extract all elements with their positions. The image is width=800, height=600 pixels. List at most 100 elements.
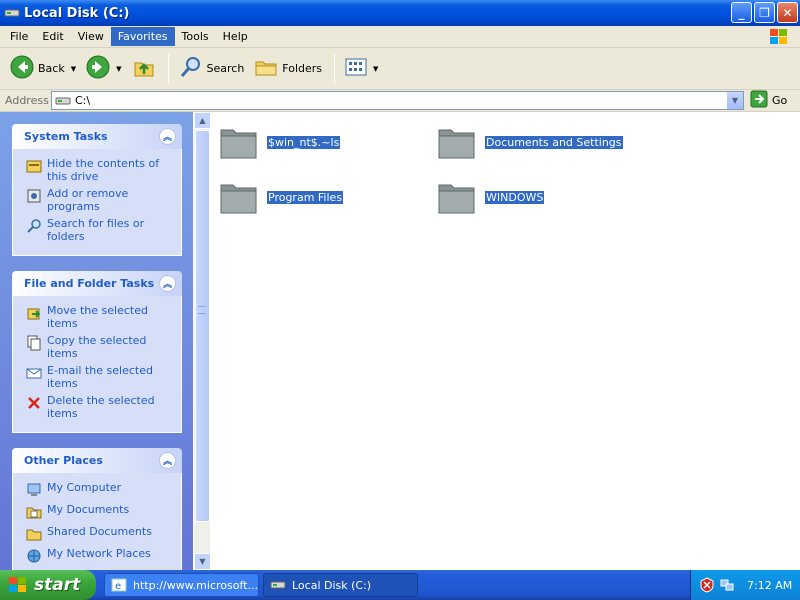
forward-dropdown-icon[interactable]: ▼ (116, 65, 121, 73)
taskbar-button-ie[interactable]: e http://www.microsoft.... (104, 573, 259, 597)
folder-up-icon (132, 55, 156, 82)
menu-view[interactable]: View (71, 27, 111, 46)
up-button[interactable] (128, 52, 160, 86)
collapse-icon[interactable]: ︽ (159, 128, 176, 145)
taskbar: start e http://www.microsoft.... Local D… (0, 570, 800, 600)
file-folder-tasks-panel: File and Folder Tasks ︽ Move the selecte… (12, 271, 182, 433)
scroll-grip (198, 306, 205, 314)
task-hide-contents[interactable]: Hide the contents of this drive (25, 157, 175, 183)
task-delete[interactable]: Delete the selected items (25, 394, 175, 420)
folder-name: $win_nt$.~ls (267, 135, 341, 149)
place-label: My Documents (47, 503, 130, 516)
task-pane-scrollbar[interactable]: ▲ ▼ (193, 112, 211, 570)
task-move[interactable]: Move the selected items (25, 304, 175, 330)
search-label: Search (206, 62, 245, 75)
folder-item[interactable]: Documents and Settings (437, 122, 623, 162)
folder-item[interactable]: WINDOWS (437, 177, 545, 217)
search-icon (179, 55, 203, 82)
task-label: Move the selected items (47, 304, 148, 330)
add-remove-programs-icon (25, 187, 43, 205)
back-arrow-icon (10, 55, 34, 82)
close-button[interactable]: ✕ (777, 2, 798, 23)
task-email[interactable]: E-mail the selected items (25, 364, 175, 390)
task-label: Hide the contents of this drive (47, 157, 160, 183)
folder-view[interactable]: $win_nt$.~ls Documents and Settings Prog… (211, 112, 800, 570)
folders-label: Folders (282, 62, 323, 75)
address-dropdown-icon[interactable]: ▼ (726, 92, 743, 109)
scroll-thumb[interactable] (195, 130, 210, 522)
place-label: My Network Places (47, 547, 151, 560)
views-button[interactable]: ▼ (341, 52, 382, 86)
place-label: Shared Documents (47, 525, 152, 538)
scroll-up-icon[interactable]: ▲ (194, 112, 211, 129)
task-label: E-mail the selected items (47, 364, 153, 390)
task-label: Delete the selected items (47, 394, 155, 420)
folder-item[interactable]: $win_nt$.~ls (219, 122, 341, 162)
drive-icon (270, 579, 286, 591)
back-label: Back (38, 62, 65, 75)
copy-icon (25, 334, 43, 352)
other-places-header[interactable]: Other Places ︽ (12, 448, 182, 473)
minimize-button[interactable]: _ (731, 2, 752, 23)
go-label: Go (772, 94, 788, 107)
place-my-computer[interactable]: My Computer (25, 481, 175, 499)
start-label: start (34, 575, 81, 595)
menu-edit[interactable]: Edit (35, 27, 70, 46)
forward-arrow-icon (86, 55, 110, 82)
file-folder-tasks-body: Move the selected items Copy the selecte… (12, 296, 182, 433)
address-value: C:\ (75, 94, 91, 107)
delete-icon (25, 394, 43, 412)
place-shared-documents[interactable]: Shared Documents (25, 525, 175, 543)
folder-item[interactable]: Program Files (219, 177, 344, 217)
forward-button[interactable]: ▼ (82, 52, 125, 86)
go-button[interactable]: Go (750, 90, 787, 111)
menu-help[interactable]: Help (216, 27, 255, 46)
system-tray: 7:12 AM (690, 570, 800, 600)
window-title: Local Disk (C:) (24, 5, 130, 21)
taskbar-button-label: http://www.microsoft.... (133, 578, 259, 592)
address-input[interactable]: C:\ ▼ (51, 91, 744, 110)
toolbar-separator (167, 53, 169, 84)
taskbar-button-local-disk[interactable]: Local Disk (C:) (263, 573, 418, 597)
other-places-panel: Other Places ︽ My Computer My Documents … (12, 448, 182, 570)
email-icon (25, 364, 43, 382)
back-button[interactable]: Back ▼ (6, 52, 80, 86)
folder-icon (220, 129, 257, 159)
security-alert-icon[interactable] (699, 577, 715, 593)
system-tasks-header[interactable]: System Tasks ︽ (12, 124, 182, 149)
internet-explorer-icon: e (111, 577, 127, 593)
task-search-files[interactable]: Search for files or folders (25, 217, 175, 243)
folders-button[interactable]: Folders (250, 52, 326, 86)
window-controls: _ ❐ ✕ (731, 2, 798, 23)
task-copy[interactable]: Copy the selected items (25, 334, 175, 360)
search-button[interactable]: Search (175, 52, 249, 86)
maximize-button[interactable]: ❐ (754, 2, 775, 23)
move-icon (25, 304, 43, 322)
collapse-icon[interactable]: ︽ (159, 275, 176, 292)
views-dropdown-icon[interactable]: ▼ (373, 65, 378, 73)
task-pane: System Tasks ︽ Hide the contents of this… (0, 112, 193, 570)
toolbar-separator (334, 53, 336, 84)
back-dropdown-icon[interactable]: ▼ (71, 65, 76, 73)
file-folder-tasks-header[interactable]: File and Folder Tasks ︽ (12, 271, 182, 296)
menu-favorites[interactable]: Favorites (110, 27, 175, 46)
clock[interactable]: 7:12 AM (747, 579, 792, 592)
hide-contents-icon (25, 157, 43, 175)
scroll-down-icon[interactable]: ▼ (194, 553, 211, 570)
title-bar[interactable]: Local Disk (C:) _ ❐ ✕ (0, 0, 800, 26)
collapse-icon[interactable]: ︽ (159, 452, 176, 469)
other-places-title: Other Places (24, 454, 103, 467)
menu-tools[interactable]: Tools (175, 27, 216, 46)
place-my-documents[interactable]: My Documents (25, 503, 175, 521)
network-connection-icon[interactable] (719, 577, 735, 593)
place-network[interactable]: My Network Places (25, 547, 175, 565)
shared-documents-icon (25, 525, 43, 543)
windows-flag-icon (8, 576, 28, 594)
windows-logo-icon (764, 27, 794, 47)
address-bar: Address C:\ ▼ Go (0, 90, 800, 112)
task-add-remove-programs[interactable]: Add or remove programs (25, 187, 175, 213)
svg-text:e: e (115, 581, 121, 592)
task-label: Copy the selected items (47, 334, 147, 360)
start-button[interactable]: start (0, 570, 96, 600)
menu-file[interactable]: File (3, 27, 35, 46)
